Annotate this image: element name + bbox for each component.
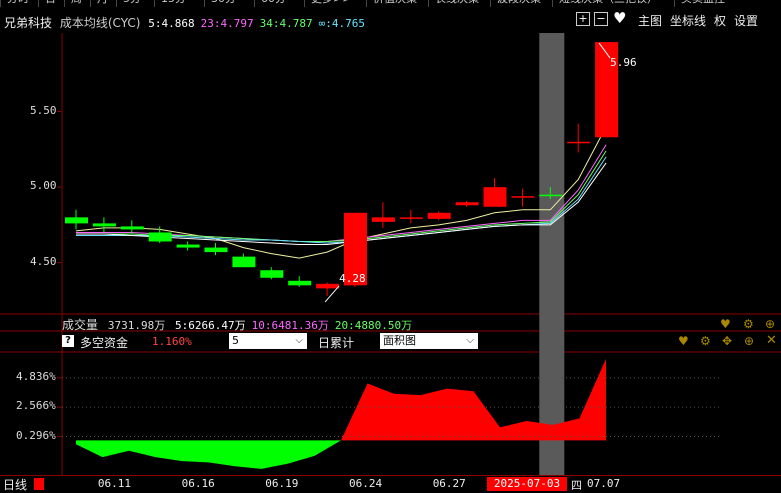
candle-up [511, 196, 535, 198]
flow-area-positive [394, 393, 421, 441]
candle-down [288, 280, 312, 286]
candle-down [176, 244, 200, 248]
flow-area-positive [447, 388, 474, 441]
high-price-annotation: 5.96 [610, 56, 637, 70]
price-tick-label: 4.50 [30, 254, 57, 268]
flow-area-negative [129, 440, 156, 458]
period-toggle-icon[interactable] [34, 478, 44, 490]
mode-label: 日累计 [318, 336, 355, 350]
volume-info: 成交量 3731.98万 5:6266.47万 10:6481.36万 20:488… [62, 316, 412, 333]
period-label[interactable]: 日线 [3, 476, 27, 493]
volume-title[interactable]: 成交量 [62, 318, 98, 332]
indicator-param-select[interactable]: 5 ⌵ [229, 333, 307, 349]
chevron-down-icon: ⌵ [466, 335, 474, 346]
low-price-annotation: 4.28 [339, 271, 366, 285]
selected-date: 2025-07-03 [487, 477, 567, 491]
flow-area-negative [182, 440, 209, 463]
indicator-close-icon[interactable]: ✕ [766, 333, 777, 348]
selected-day-highlight [539, 33, 565, 475]
flow-area-negative [76, 440, 103, 458]
indicator-settings-icon[interactable]: ⚙ [700, 334, 711, 348]
chart-type-value: 面积图 [383, 334, 416, 347]
candle-down [204, 247, 228, 253]
next-date: 07.07 [587, 477, 621, 490]
ma-line-inf [76, 156, 607, 244]
volume-settings-icon[interactable]: ⚙ [743, 317, 754, 331]
date-tick-label: 06.27 [432, 477, 466, 490]
candle-up [455, 202, 479, 206]
indicator-move-icon[interactable]: ✥ [722, 334, 732, 348]
flow-area-positive [500, 420, 527, 441]
indicator-value: 1.160% [152, 335, 192, 348]
volume-value: 3731.98万 [107, 319, 166, 332]
flow-area-positive [420, 388, 447, 441]
stock-chart-window: 分时日周月5分15分30分60分更多>>价值决策长线决策波段决策短线决策（三把钗… [0, 0, 781, 493]
flow-area-negative [288, 440, 315, 464]
candle-down [148, 232, 172, 242]
flow-area-negative [261, 440, 288, 469]
candle-down [260, 270, 284, 278]
price-tick-label: 5.00 [30, 179, 57, 193]
indicator-zoom-icon[interactable]: ⊕ [744, 334, 754, 348]
help-icon[interactable]: ? [62, 335, 74, 347]
flow-area-negative [102, 440, 129, 458]
flow-area-positive [341, 383, 368, 441]
date-tick-label: 06.24 [349, 477, 383, 490]
volume-ma-legend: 5:6266.47万 10:6481.36万 20:4880.50万 [169, 319, 412, 332]
price-chart[interactable] [0, 0, 781, 492]
candle-down [232, 256, 256, 268]
ma-line-white [76, 162, 607, 245]
selected-weekday: 四 [571, 479, 582, 492]
candle-down [539, 194, 563, 197]
flow-area-negative [235, 440, 262, 469]
indicator-param-value: 5 [232, 334, 239, 347]
volume-ma-item: 10:6481.36万 [251, 319, 329, 332]
flow-tick-label: 2.566% [16, 399, 56, 413]
flow-tick-label: 4.836% [16, 369, 56, 383]
chevron-down-icon: ⌵ [295, 335, 303, 346]
candle-up [399, 217, 423, 219]
date-tick-label: 06.11 [97, 477, 132, 490]
volume-ma-item: 20:4880.50万 [334, 319, 413, 332]
flow-area-positive [367, 383, 394, 441]
date-tick-label: 06.16 [181, 477, 215, 490]
volume-heart-icon[interactable]: ♥ [720, 317, 731, 331]
candle-up [567, 141, 591, 144]
candle-down [65, 217, 88, 224]
price-tick-label: 5.50 [30, 103, 57, 117]
candle-up [483, 187, 507, 207]
date-tick-label: 06.19 [265, 477, 299, 490]
ma-line-23 [76, 144, 607, 242]
indicator-heart-icon[interactable]: ♥ [678, 334, 689, 348]
flow-area-negative [314, 440, 341, 456]
volume-zoom-icon[interactable]: ⊕ [765, 317, 775, 331]
flow-area-positive [473, 391, 500, 441]
indicator-title[interactable]: 多空资金 [80, 334, 128, 351]
flow-area-negative [155, 440, 182, 462]
flow-area-negative [208, 440, 235, 467]
candle-up [316, 283, 340, 289]
volume-ma-item: 5:6266.47万 [175, 319, 246, 332]
candle-up [371, 217, 395, 222]
chart-type-select[interactable]: 面积图 ⌵ [380, 333, 478, 349]
flow-tick-label: 0.296% [16, 428, 56, 442]
flow-area-positive [579, 358, 606, 441]
candle-down [92, 223, 116, 227]
candle-up [427, 212, 451, 219]
candle-down [120, 226, 144, 230]
